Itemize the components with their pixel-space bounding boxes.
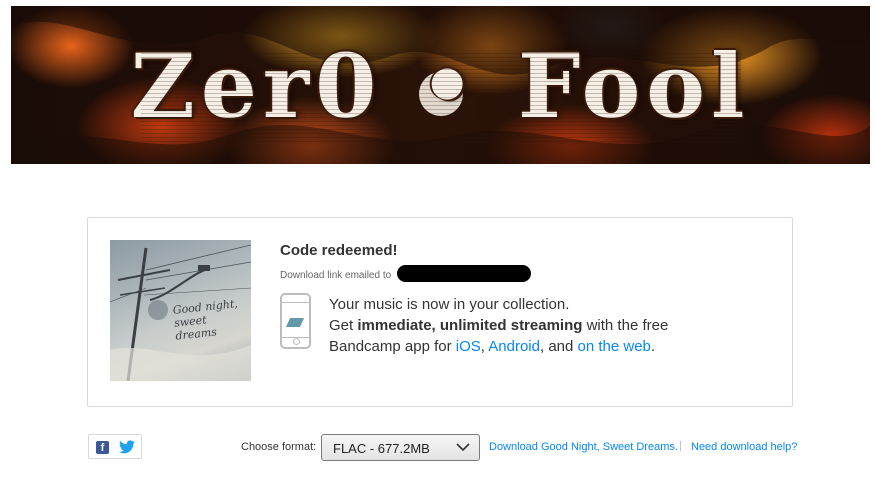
- link-separator: |: [679, 440, 682, 452]
- album-cover[interactable]: Good night, sweet dreams: [110, 240, 251, 381]
- format-select[interactable]: FLAC - 677.2MB: [321, 434, 480, 461]
- redeem-card: Good night, sweet dreams Code redeemed! …: [87, 217, 793, 407]
- choose-format-label: Choose format:: [241, 441, 317, 453]
- ios-link[interactable]: iOS: [456, 338, 481, 355]
- chevron-down-icon: [456, 443, 470, 452]
- android-link[interactable]: Android: [488, 338, 540, 355]
- redacted-email: [397, 265, 531, 282]
- format-value: FLAC - 677.2MB: [333, 441, 430, 456]
- download-help-link[interactable]: Need download help?: [691, 441, 797, 453]
- emailed-label: Download link emailed to: [280, 270, 392, 281]
- message-line-1: Your music is now in your collection.: [329, 296, 570, 313]
- collection-message: Your music is now in your collection. Ge…: [329, 296, 669, 355]
- facebook-icon[interactable]: f: [96, 441, 109, 454]
- artist-banner[interactable]: Zer0 • Fool: [11, 6, 870, 164]
- streaming-emphasis: immediate, unlimited streaming: [357, 317, 583, 334]
- bandcamp-logo-icon: [285, 318, 305, 327]
- web-link[interactable]: on the web: [578, 338, 651, 355]
- twitter-icon[interactable]: [119, 440, 135, 454]
- cover-text: Good night, sweet dreams: [172, 297, 239, 343]
- phone-icon: [280, 293, 311, 349]
- banner-title: Zer0 • Fool: [130, 34, 751, 138]
- status-heading: Code redeemed!: [280, 242, 398, 259]
- download-link[interactable]: Download Good Night, Sweet Dreams.: [489, 441, 678, 453]
- share-buttons: f: [88, 434, 142, 459]
